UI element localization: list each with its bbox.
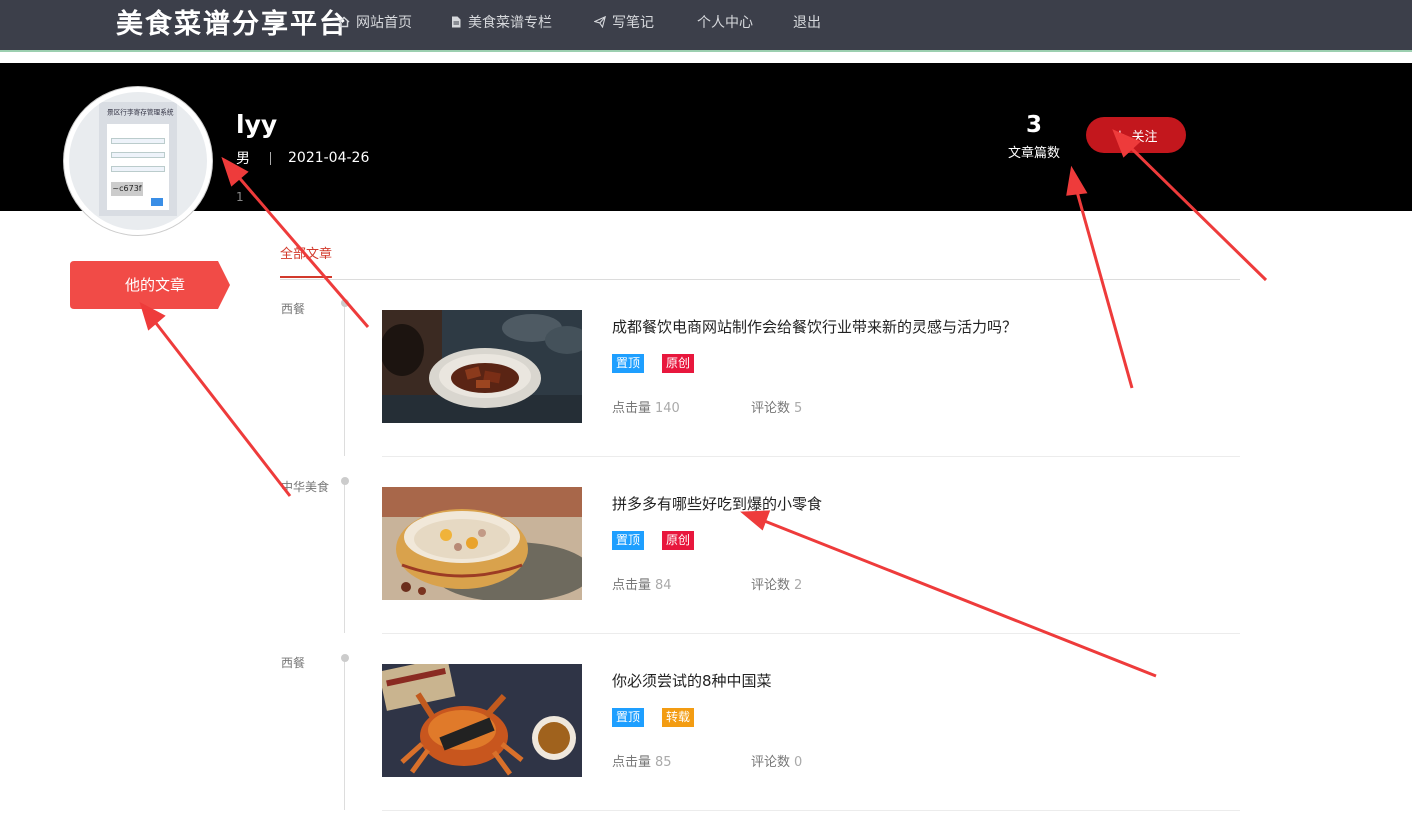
comments-value: 0 [794, 755, 803, 770]
comments-label: 评论数 [751, 755, 791, 770]
article-category: 西餐 [281, 656, 306, 670]
tab-all-articles[interactable]: 全部文章 [280, 243, 333, 278]
tag-original: 原创 [662, 354, 695, 373]
article-item: 拼多多有哪些好吃到爆的小零食 置顶 原创 点击量 84 评论数 2 [382, 487, 1240, 634]
article-stats: 点击量 85 评论数 0 [612, 751, 890, 770]
article-thumbnail[interactable] [382, 664, 582, 777]
article-category: 西餐 [281, 302, 306, 316]
clicks-value: 140 [655, 401, 680, 416]
timeline-line [344, 480, 345, 633]
tag-reprint: 转载 [662, 708, 695, 727]
article-tags: 置顶 原创 [612, 354, 695, 373]
timeline-line [344, 657, 345, 810]
comments-label: 评论数 [751, 578, 791, 593]
clicks-label: 点击量 [612, 578, 652, 593]
article-item: 你必须尝试的8种中国菜 置顶 转载 点击量 85 评论数 0 [382, 664, 1240, 811]
nav-home-label: 网站首页 [356, 15, 412, 31]
timeline-dot [341, 654, 349, 662]
article-category: 中华美食 [281, 480, 330, 494]
nav-logout-label: 退出 [793, 15, 821, 31]
article-title[interactable]: 你必须尝试的8种中国菜 [612, 670, 772, 691]
nav-recipe-column[interactable]: 美食菜谱专栏 [450, 12, 552, 32]
tag-original: 原创 [662, 531, 695, 550]
clicks-label: 点击量 [612, 755, 652, 770]
send-icon [594, 16, 606, 28]
article-title[interactable]: 拼多多有哪些好吃到爆的小零食 [612, 493, 822, 514]
nav-logout[interactable]: 退出 [793, 12, 821, 32]
meta-divider [270, 151, 271, 165]
user-meta: 男 2021-04-26 [236, 148, 369, 168]
sidebar-item-his-articles[interactable]: 他的文章 [70, 261, 230, 309]
timeline-dot [341, 477, 349, 485]
article-thumbnail[interactable] [382, 487, 582, 600]
article-tabs: 全部文章 [280, 240, 1240, 280]
nav-home[interactable]: 网站首页 [338, 12, 412, 32]
clicks-value: 85 [655, 755, 672, 770]
comments-value: 5 [794, 401, 803, 416]
site-brand[interactable]: 美食菜谱分享平台 [116, 2, 348, 41]
home-icon [338, 16, 350, 28]
avatar[interactable]: 景区行李寄存管理系统 ~c673f [64, 87, 212, 235]
timeline-dot [341, 299, 349, 307]
nav-write-note-label: 写笔记 [612, 15, 654, 31]
comments-label: 评论数 [751, 401, 791, 416]
profile-header [0, 63, 1412, 211]
plus-icon: + [1114, 127, 1126, 143]
article-stats: 点击量 140 评论数 5 [612, 397, 890, 416]
article-tags: 置顶 原创 [612, 531, 695, 550]
sidebar-item-label: 他的文章 [124, 276, 185, 294]
user-join-date: 2021-04-26 [288, 150, 370, 166]
article-title[interactable]: 成都餐饮电商网站制作会给餐饮行业带来新的灵感与活力吗？ [612, 316, 1017, 337]
article-count-label: 文章篇数 [1007, 146, 1060, 161]
comments-value: 2 [794, 578, 803, 593]
avatar-caption: 景区行李寄存管理系统 [107, 108, 174, 117]
document-icon [452, 16, 461, 28]
annotation-arrow [150, 317, 292, 497]
top-navbar: 美食菜谱分享平台 网站首页 美食菜谱专栏 写笔记 个人中心 退出 [0, 0, 1412, 52]
user-gender: 男 [236, 151, 250, 167]
article-thumbnail[interactable] [382, 310, 582, 423]
tag-pinned: 置顶 [612, 708, 645, 727]
timeline-line [344, 303, 345, 456]
avatar-captcha: ~c673f [111, 182, 143, 196]
avatar-image: 景区行李寄存管理系统 ~c673f [99, 102, 177, 216]
tag-pinned: 置顶 [612, 531, 645, 550]
clicks-label: 点击量 [612, 401, 652, 416]
nav-personal-center-label: 个人中心 [697, 15, 753, 31]
nav-recipe-column-label: 美食菜谱专栏 [468, 15, 552, 31]
user-name: lyy [236, 110, 278, 139]
article-item: 成都餐饮电商网站制作会给餐饮行业带来新的灵感与活力吗？ 置顶 原创 点击量 140… [382, 310, 1240, 457]
follow-button[interactable]: + 关注 [1086, 117, 1186, 153]
article-count-number: 3 [1025, 112, 1042, 138]
nav-write-note[interactable]: 写笔记 [594, 12, 654, 32]
avatar-login-card: ~c673f [107, 124, 169, 210]
clicks-value: 84 [655, 578, 672, 593]
tag-pinned: 置顶 [612, 354, 645, 373]
user-extra: 1 [236, 190, 244, 204]
article-tags: 置顶 转载 [612, 708, 695, 727]
article-count: 3 文章篇数 [1006, 112, 1062, 161]
nav-personal-center[interactable]: 个人中心 [697, 12, 753, 32]
follow-button-label: 关注 [1131, 129, 1158, 145]
article-stats: 点击量 84 评论数 2 [612, 574, 890, 593]
